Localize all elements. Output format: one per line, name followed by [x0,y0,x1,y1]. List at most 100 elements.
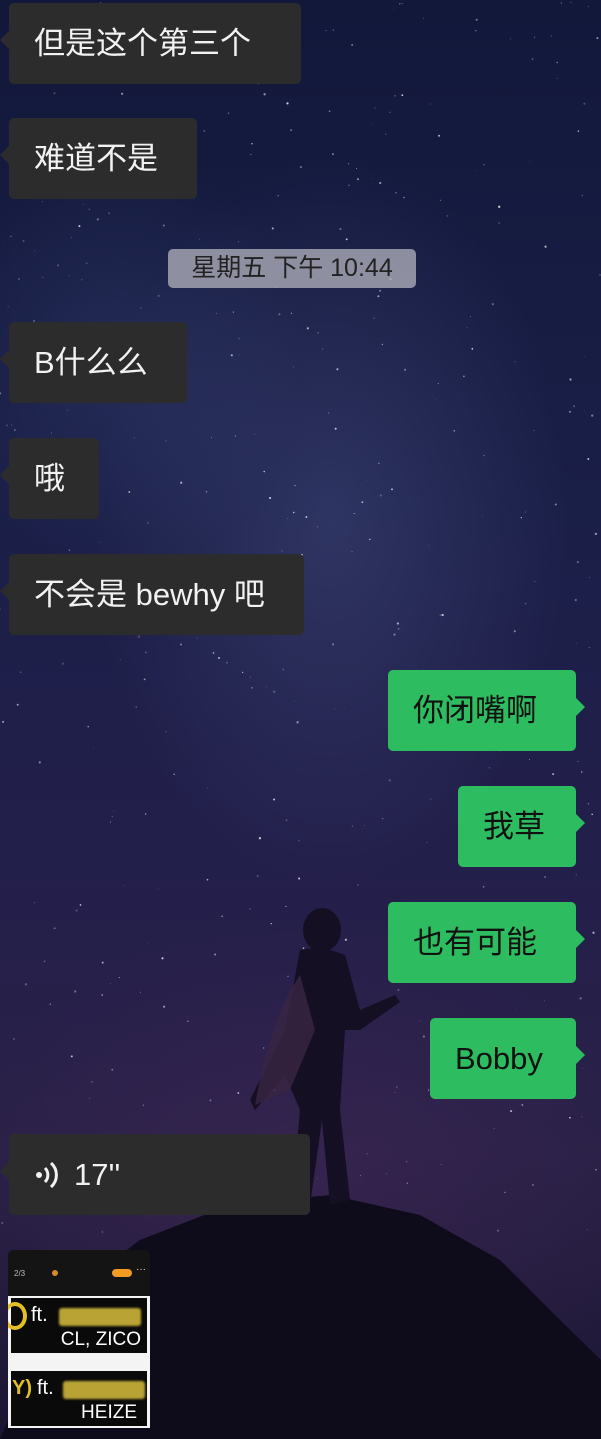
star [331,1166,334,1168]
star [381,343,384,346]
star [399,3,401,5]
star [157,888,159,889]
star [534,36,536,38]
star [343,707,345,709]
star [68,549,71,551]
star [475,29,477,32]
star [574,598,577,602]
star [258,837,262,840]
star [53,927,56,930]
star [524,511,526,513]
star [10,235,12,238]
star [471,347,474,350]
star [371,177,373,179]
star [294,700,296,702]
star [317,332,319,334]
star [299,166,302,169]
incoming-message-bubble[interactable]: 但是这个第三个 [0,3,301,84]
incoming-message-bubble[interactable]: 哦 [0,438,99,519]
star [406,1182,408,1184]
star [560,2,563,4]
star [74,990,77,993]
star [510,38,512,40]
thumbnail-avatar-icon [52,1270,58,1276]
outgoing-message-bubble[interactable]: 也有可能 [388,902,585,983]
star [157,294,160,297]
star [212,652,215,654]
star [344,938,348,941]
star [282,668,285,671]
star [254,434,255,435]
star [238,354,240,356]
message-text: B什么么 [34,345,148,380]
star [109,983,111,984]
star [79,904,82,906]
star [591,813,594,816]
star [353,512,355,515]
star [237,1092,240,1094]
redaction-blur [59,1308,141,1326]
star [22,239,25,242]
star [180,643,182,646]
star [396,622,400,625]
star [339,227,342,231]
star [286,102,289,105]
star [531,58,534,60]
voice-message-bubble[interactable]: 17'' [0,1134,310,1215]
message-text: 你闭嘴啊 [413,693,537,728]
star [209,1099,212,1102]
star [135,706,138,708]
outgoing-message-bubble[interactable]: 你闭嘴啊 [388,670,585,751]
star [303,952,305,955]
star [140,307,142,309]
star [544,1000,546,1002]
star [419,1020,420,1022]
star [3,241,5,243]
incoming-message-bubble[interactable]: B什么么 [0,322,187,403]
star [388,779,391,782]
star [366,1153,368,1155]
star [406,1161,408,1163]
incoming-message-bubble[interactable]: 不会是 bewhy 吧 [0,554,304,635]
outgoing-message-bubble[interactable]: Bobby [430,1018,585,1099]
star [142,1104,145,1106]
star [488,767,491,769]
star [119,659,121,661]
star [80,279,83,281]
star [373,317,375,319]
star [273,798,276,801]
voice-duration: 17'' [74,1157,121,1192]
message-text: 哦 [34,461,65,496]
star [196,637,198,639]
star [180,481,183,484]
star [286,1023,289,1026]
star [348,184,350,186]
star [298,840,300,842]
incoming-message-bubble[interactable]: 难道不是 [0,118,197,199]
thumbnail-ft-label: ft. [37,1377,54,1399]
star [332,643,335,646]
star [14,429,16,431]
star [430,798,432,800]
star [361,501,364,504]
star [446,214,449,217]
image-message-thumbnail[interactable]: 2/3 ··· ft. CL, ZICO Y) ft. HEIZE [8,1250,150,1428]
star [187,1020,189,1022]
star [532,1184,534,1186]
star [88,208,90,210]
star [317,1178,318,1180]
star [251,142,253,145]
star [422,17,424,19]
voice-wave-icon [34,1160,60,1190]
outgoing-message-bubble[interactable]: 我草 [458,786,585,867]
thumbnail-credit-card-1: ft. CL, ZICO [8,1298,147,1353]
star [533,430,535,432]
star [334,427,337,430]
star [270,923,272,925]
thumbnail-page-indicator: 2/3 [14,1269,26,1278]
star [556,61,559,64]
star [123,885,125,887]
star [43,960,46,963]
star [316,526,318,528]
star [577,130,580,132]
